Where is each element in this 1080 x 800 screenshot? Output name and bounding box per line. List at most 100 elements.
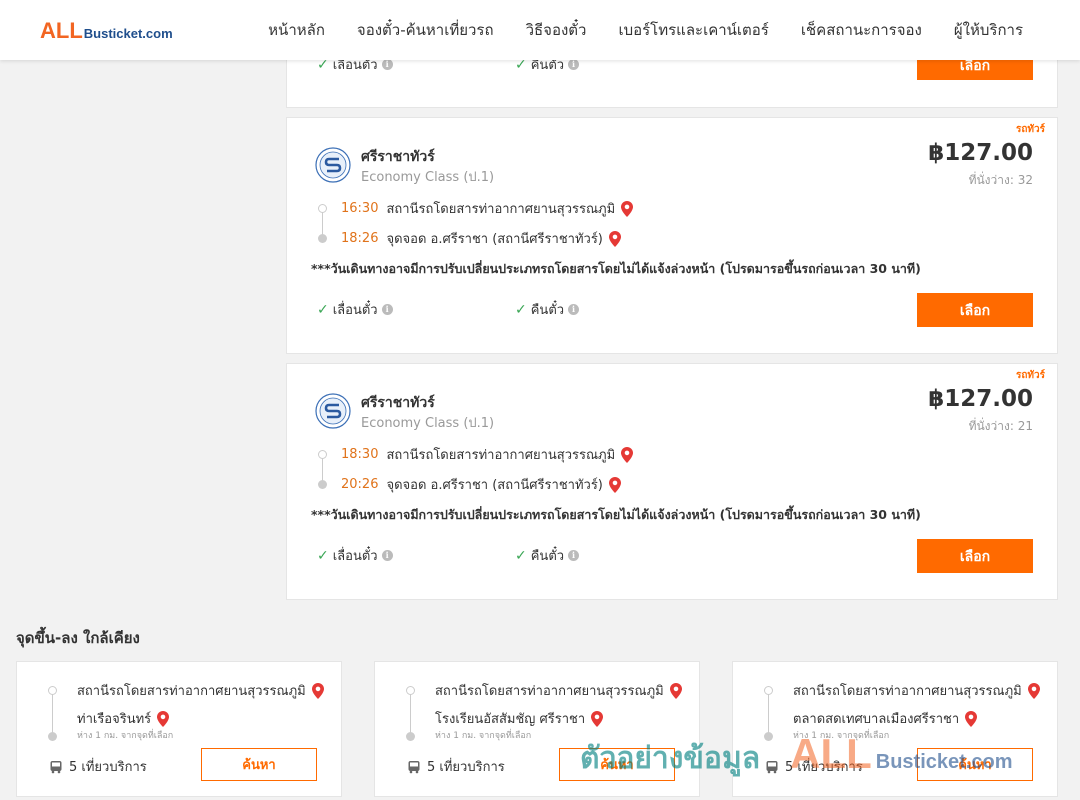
route-timeline	[52, 693, 53, 733]
map-pin-icon[interactable]	[621, 200, 634, 217]
feature-refund: ✓ คืนตั๋ว i	[515, 299, 580, 320]
nearby-services-label: 5 เที่ยวบริการ	[427, 760, 505, 775]
timeline-end-dot	[406, 732, 415, 741]
site-logo[interactable]: ALL Busticket.com	[40, 18, 173, 44]
nearby-services: 5 เที่ยวบริการ	[765, 756, 863, 777]
feature-refund-label: คืนตั๋ว	[530, 549, 565, 564]
search-button[interactable]: ค้นหา	[201, 748, 317, 781]
feature-reschedule-label: เลื่อนตั๋ว	[332, 549, 378, 564]
nearby-from: สถานีรถโดยสารท่าอากาศยานสุวรรณภูมิ	[793, 680, 1040, 701]
trip-card: รถทัวร์ ศรีราชาทัวร์ Economy Class (ป.1)…	[286, 117, 1058, 354]
nearby-to-label: โรงเรียนอัสสัมชัญ ศรีราชา	[435, 712, 586, 727]
timeline-end-dot	[318, 480, 327, 489]
ticket-price: ฿127.00	[928, 386, 1033, 412]
route-timeline	[768, 693, 769, 733]
departure-stop: สถานีรถโดยสารท่าอากาศยานสุวรรณภูมิ	[386, 448, 616, 463]
nav-home[interactable]: หน้าหลัก	[268, 18, 325, 42]
nav-how-to-book[interactable]: วิธีจองตั๋ว	[526, 18, 587, 42]
nav-operators[interactable]: ผู้ให้บริการ	[954, 18, 1023, 42]
trip-card: รถทัวร์ ศรีราชาทัวร์ Economy Class (ป.1)…	[286, 363, 1058, 600]
check-icon: ✓	[515, 547, 527, 564]
arrival-time: 20:26	[341, 477, 379, 492]
departure-row: 16:30 สถานีรถโดยสารท่าอากาศยานสุวรรณภูมิ	[341, 198, 634, 219]
operator-logo-icon	[315, 147, 351, 183]
nearby-section-title: จุดขึ้น-ลง ใกล้เคียง	[16, 629, 140, 647]
main-nav: หน้าหลัก จองตั๋ว-ค้นหาเที่ยวรถ วิธีจองตั…	[252, 0, 1080, 60]
departure-time: 18:30	[341, 447, 379, 462]
map-pin-icon[interactable]	[1027, 682, 1040, 699]
nav-book-search[interactable]: จองตั๋ว-ค้นหาเที่ยวรถ	[357, 18, 494, 42]
arrival-time: 18:26	[341, 231, 379, 246]
nearby-from-label: สถานีรถโดยสารท่าอากาศยานสุวรรณภูมิ	[77, 684, 306, 699]
bus-type-tag: รถทัวร์	[1015, 124, 1045, 135]
map-pin-icon[interactable]	[608, 476, 621, 493]
nearby-from-label: สถานีรถโดยสารท่าอากาศยานสุวรรณภูมิ	[793, 684, 1022, 699]
map-pin-icon[interactable]	[311, 682, 324, 699]
map-pin-icon[interactable]	[591, 710, 604, 727]
bus-icon	[408, 760, 420, 773]
departure-time: 16:30	[341, 201, 379, 216]
arrival-stop: จุดจอด อ.ศรีราชา (สถานีศรีราชาทัวร์)	[386, 232, 603, 247]
feature-reschedule: ✓ เลื่อนตั๋ว i	[317, 545, 393, 566]
nearby-to: ตลาดสดเทศบาลเมืองศรีราชา	[793, 708, 978, 729]
info-icon[interactable]: i	[568, 550, 580, 561]
info-icon[interactable]: i	[381, 304, 393, 315]
search-button[interactable]: ค้นหา	[559, 748, 675, 781]
map-pin-icon[interactable]	[621, 446, 634, 463]
timeline-end-dot	[48, 732, 57, 741]
nearby-from: สถานีรถโดยสารท่าอากาศยานสุวรรณภูมิ	[77, 680, 324, 701]
timeline-start-dot	[318, 450, 327, 459]
nearby-to: โรงเรียนอัสสัมชัญ ศรีราชา	[435, 708, 604, 729]
info-icon[interactable]: i	[381, 59, 393, 70]
info-icon[interactable]: i	[568, 59, 580, 70]
nav-check-status[interactable]: เช็คสถานะการจอง	[801, 18, 922, 42]
seats-available: ที่นั่งว่าง: 32	[968, 173, 1033, 187]
map-pin-icon[interactable]	[669, 682, 682, 699]
check-icon: ✓	[317, 301, 329, 318]
nearby-to-label: ท่าเรือจรินทร์	[77, 712, 152, 727]
arrival-stop: จุดจอด อ.ศรีราชา (สถานีศรีราชาทัวร์)	[386, 478, 603, 493]
seats-available: ที่นั่งว่าง: 21	[968, 419, 1033, 433]
departure-stop: สถานีรถโดยสารท่าอากาศยานสุวรรณภูมิ	[386, 202, 616, 217]
operator-logo-icon	[315, 393, 351, 429]
check-icon: ✓	[317, 547, 329, 564]
select-button[interactable]: เลือก	[917, 293, 1033, 327]
bus-icon	[50, 760, 62, 773]
top-header: ALL Busticket.com หน้าหลัก จองตั๋ว-ค้นหา…	[0, 0, 1080, 60]
bus-class: Economy Class (ป.1)	[361, 170, 495, 185]
route-timeline	[410, 693, 411, 733]
nearby-from-label: สถานีรถโดยสารท่าอากาศยานสุวรรณภูมิ	[435, 684, 664, 699]
timeline-start-dot	[48, 686, 57, 695]
bus-type-tag: รถทัวร์	[1015, 370, 1045, 381]
check-icon: ✓	[515, 301, 527, 318]
feature-reschedule: ✓ เลื่อนตั๋ว i	[317, 299, 393, 320]
select-button[interactable]: เลือก	[917, 539, 1033, 573]
bus-icon	[766, 760, 778, 773]
bus-class: Economy Class (ป.1)	[361, 416, 495, 431]
search-button[interactable]: ค้นหา	[917, 748, 1033, 781]
info-icon[interactable]: i	[568, 304, 580, 315]
arrival-row: 18:26 จุดจอด อ.ศรีราชา (สถานีศรีราชาทัวร…	[341, 228, 621, 249]
timeline-start-dot	[764, 686, 773, 695]
nearby-services-label: 5 เที่ยวบริการ	[785, 760, 863, 775]
nav-phone-counters[interactable]: เบอร์โทรและเคาน์เตอร์	[618, 18, 768, 42]
nearby-to-label: ตลาดสดเทศบาลเมืองศรีราชา	[793, 712, 960, 727]
feature-reschedule-label: เลื่อนตั๋ว	[332, 303, 378, 318]
nearby-to: ท่าเรือจรินทร์	[77, 708, 170, 729]
nearby-distance: ห่าง 1 กม. จากจุดที่เลือก	[435, 731, 532, 741]
timeline-start-dot	[318, 204, 327, 213]
operator-name: ศรีราชาทัวร์	[361, 395, 435, 411]
trip-notice: ***วันเดินทางอาจมีการปรับเปลี่ยนประเภทรถ…	[311, 507, 921, 522]
info-icon[interactable]: i	[381, 550, 393, 561]
nearby-card: สถานีรถโดยสารท่าอากาศยานสุวรรณภูมิ โรงเร…	[374, 661, 700, 797]
map-pin-icon[interactable]	[157, 710, 170, 727]
arrival-row: 20:26 จุดจอด อ.ศรีราชา (สถานีศรีราชาทัวร…	[341, 474, 621, 495]
map-pin-icon[interactable]	[965, 710, 978, 727]
trip-notice: ***วันเดินทางอาจมีการปรับเปลี่ยนประเภทรถ…	[311, 261, 921, 276]
feature-refund: ✓ คืนตั๋ว i	[515, 545, 580, 566]
map-pin-icon[interactable]	[608, 230, 621, 247]
nearby-services: 5 เที่ยวบริการ	[407, 756, 505, 777]
operator-name: ศรีราชาทัวร์	[361, 149, 435, 165]
timeline-start-dot	[406, 686, 415, 695]
logo-busticket: Busticket.com	[83, 26, 173, 41]
